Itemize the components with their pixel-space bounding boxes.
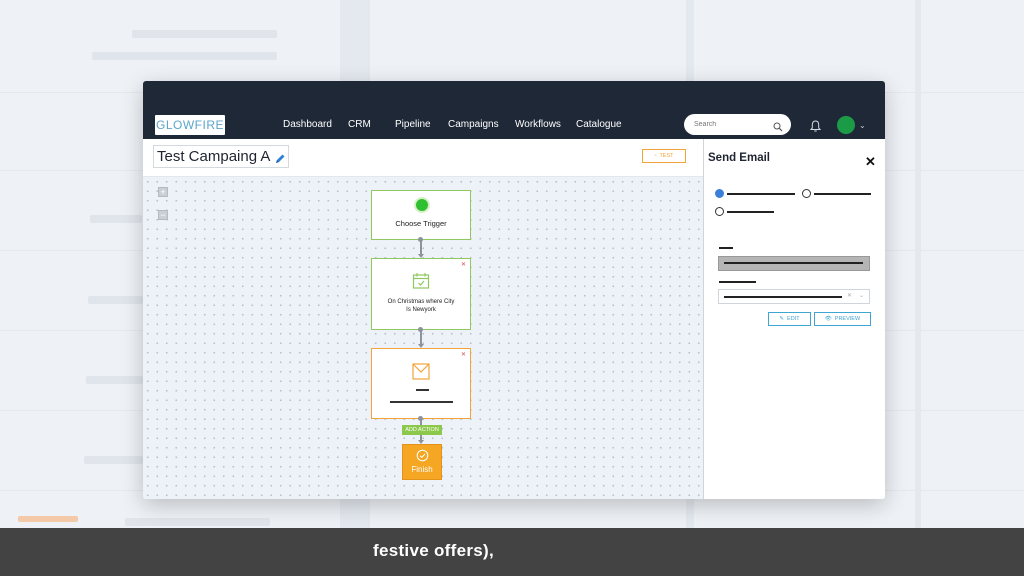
finish-node[interactable]: Finish	[402, 444, 442, 480]
bg-bar	[90, 215, 142, 223]
nav-item-crm[interactable]: CRM	[348, 119, 371, 130]
trigger-dot-icon	[414, 197, 430, 213]
top-nav-bar: GLOWFIRE Dashboard CRM Pipeline Campaign…	[143, 81, 885, 139]
template-select[interactable]: ✕ ⌄	[718, 289, 870, 304]
bell-icon[interactable]	[809, 119, 822, 137]
radio-option-1[interactable]	[715, 189, 724, 198]
choose-trigger-node[interactable]: Choose Trigger	[371, 190, 471, 240]
field-label-line	[719, 247, 733, 249]
clear-icon[interactable]: ✕	[847, 292, 852, 299]
logo-text: GLOWFIRE	[155, 118, 224, 132]
search-box	[684, 114, 791, 135]
field-value-line	[724, 296, 842, 298]
test-icon: ▫	[654, 153, 657, 159]
pencil-icon[interactable]	[274, 150, 286, 171]
readonly-field	[718, 256, 870, 271]
campaign-title: Test Campaing A	[157, 148, 271, 165]
radio-option-2[interactable]	[802, 189, 811, 198]
nav-item-dashboard[interactable]: Dashboard	[283, 119, 332, 130]
bg-bar	[18, 516, 78, 522]
search-icon[interactable]	[773, 119, 783, 137]
app-window: GLOWFIRE Dashboard CRM Pipeline Campaign…	[143, 81, 885, 499]
radio-label-line	[814, 193, 871, 195]
field-value-line	[724, 262, 863, 264]
node-label: On Christmas where City Is Newyork	[387, 299, 455, 313]
add-action-button[interactable]: ADD ACTION	[402, 425, 442, 435]
avatar[interactable]	[837, 116, 855, 134]
radio-option-3[interactable]	[715, 207, 724, 216]
remove-node-icon[interactable]: ✕	[461, 261, 466, 268]
edit-button-label: EDIT	[787, 316, 800, 322]
check-circle-icon	[416, 449, 429, 464]
condition-node[interactable]: ✕ On Christmas where City Is Newyork	[371, 258, 471, 330]
chevron-down-icon[interactable]: ⌄	[859, 121, 866, 130]
test-button[interactable]: ▫ TEST	[642, 149, 686, 163]
connector-line	[420, 331, 422, 344]
eye-icon: 👁	[824, 316, 832, 322]
bg-bar	[84, 456, 143, 464]
nav-item-catalogue[interactable]: Catalogue	[576, 119, 622, 130]
campaign-title-field[interactable]: Test Campaing A	[153, 145, 290, 171]
bg-bar	[132, 30, 277, 38]
caption-bar	[0, 528, 1024, 576]
radio-label-line	[727, 193, 795, 195]
bg-bar	[86, 376, 143, 384]
panel-title: Send Email	[708, 152, 770, 164]
search-input[interactable]	[694, 118, 770, 131]
caption-text: festive offers),	[373, 541, 495, 560]
node-label: Choose Trigger	[395, 219, 447, 228]
zoom-in-button[interactable]: +	[158, 187, 168, 197]
zoom-out-button[interactable]: −	[158, 210, 168, 220]
envelope-icon	[412, 363, 430, 385]
send-email-panel: Send Email ✕ ✕ ⌄ ✎ EDIT 👁 PREVIEW	[703, 139, 885, 499]
bg-bar	[125, 518, 270, 526]
edit-icon: ✎	[779, 316, 785, 322]
calendar-icon	[412, 272, 430, 295]
test-button-label: TEST	[659, 153, 674, 159]
remove-node-icon[interactable]: ✕	[461, 351, 466, 358]
preview-button-label: PREVIEW	[834, 316, 861, 322]
connector-dot	[418, 416, 423, 421]
edit-button[interactable]: ✎ EDIT	[768, 312, 811, 326]
bg-bar	[92, 52, 277, 60]
chevron-down-icon[interactable]: ⌄	[859, 292, 864, 299]
nav-item-campaigns[interactable]: Campaigns	[448, 119, 499, 130]
send-email-node[interactable]: ✕	[371, 348, 471, 419]
node-label-line	[416, 389, 429, 391]
workflow-canvas[interactable]: + − Choose Trigger ✕ On Christmas where …	[143, 177, 703, 499]
campaign-title-row: Test Campaing A ▫ TEST	[143, 139, 703, 177]
close-icon[interactable]: ✕	[865, 154, 876, 170]
connector-dot	[418, 327, 423, 332]
preview-button[interactable]: 👁 PREVIEW	[814, 312, 871, 326]
connector-line	[420, 241, 422, 254]
connector-dot	[418, 237, 423, 242]
app-logo[interactable]: GLOWFIRE	[155, 115, 225, 135]
nav-item-pipeline[interactable]: Pipeline	[395, 119, 431, 130]
field-label-line	[719, 281, 756, 283]
node-label-line	[390, 401, 453, 403]
nav-item-workflows[interactable]: Workflows	[515, 119, 561, 130]
radio-label-line	[727, 211, 774, 213]
finish-label: Finish	[411, 465, 433, 474]
bg-bar	[88, 296, 143, 304]
